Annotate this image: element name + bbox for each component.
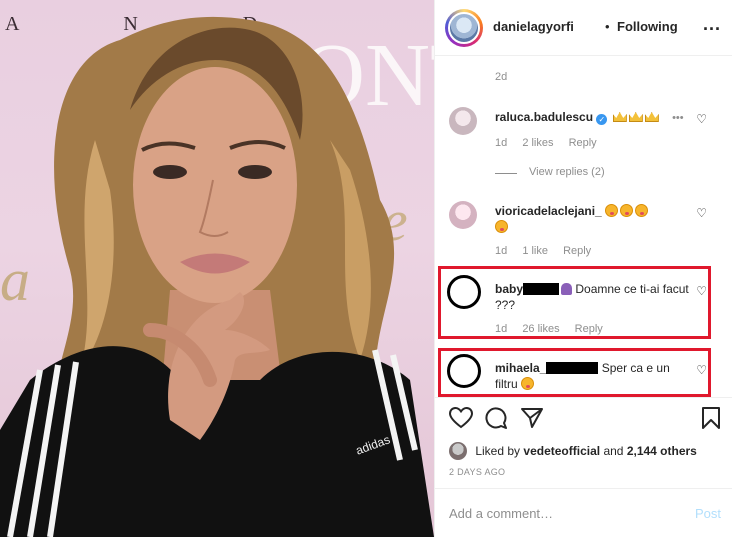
like-heart-icon[interactable] — [449, 407, 473, 429]
redacted-avatar[interactable] — [447, 354, 481, 388]
save-bookmark-icon[interactable] — [701, 407, 721, 429]
comments-list[interactable]: 2d raluca.badulescu ✓ ••• ♡ 1d 2 likes R… — [435, 57, 732, 397]
redacted-avatar[interactable] — [447, 275, 481, 309]
post-actions: Liked by vedeteofficial and 2,144 others… — [435, 397, 732, 487]
likes-count[interactable]: 2,144 others — [627, 444, 697, 458]
comment-time: 1d — [495, 245, 508, 257]
comment-likes[interactable]: 1 like — [522, 245, 548, 257]
post-timestamp[interactable]: 2 DAYS AGO — [449, 467, 505, 477]
like-comment-heart-icon[interactable]: ♡ — [696, 284, 707, 298]
commenter-username[interactable]: mihaela_ — [495, 361, 546, 375]
crown-emoji-icon — [644, 112, 659, 122]
crown-emoji-icon — [612, 112, 627, 122]
commenter-username[interactable]: vioricadelaclejani_ — [495, 204, 602, 218]
add-comment-bar: Add a comment… Post — [435, 488, 732, 537]
liked-by-line: Liked by vedeteofficial and 2,144 others — [449, 442, 697, 460]
wall-sign-left: a — [0, 247, 30, 313]
add-comment-input[interactable]: Add a comment… — [449, 506, 553, 521]
post-button[interactable]: Post — [695, 506, 721, 521]
comment-time: 2d — [495, 71, 508, 83]
verified-badge-icon: ✓ — [596, 114, 608, 125]
post-sidebar: danielagyorfi • Following ... 2d raluca.… — [434, 0, 732, 537]
commenter-avatar[interactable] — [449, 107, 477, 135]
commenter-username[interactable]: raluca.badulescu — [495, 110, 593, 124]
comment-bubble-icon[interactable] — [485, 407, 507, 429]
post-image: A N D ONTIN me a adidas — [0, 13, 434, 537]
following-button[interactable]: Following — [617, 19, 678, 34]
like-comment-heart-icon[interactable]: ♡ — [696, 112, 707, 126]
more-options-icon[interactable]: ... — [703, 14, 721, 35]
comment-likes[interactable]: 2 likes — [522, 137, 553, 149]
share-send-icon[interactable] — [520, 407, 544, 429]
post-photo[interactable]: A N D ONTIN me a adidas — [0, 0, 434, 537]
view-replies-link[interactable]: View replies (2) — [529, 166, 605, 178]
redaction-bar — [523, 283, 560, 295]
ellipsis-icon[interactable]: ••• — [672, 112, 684, 124]
header-separator: • — [605, 19, 610, 34]
reply-button[interactable]: Reply — [563, 245, 591, 257]
crown-emoji-icon — [628, 112, 643, 122]
author-username[interactable]: danielagyorfi — [493, 19, 574, 34]
comment-time: 1d — [495, 323, 508, 335]
grinning-emoji-icon — [521, 377, 535, 390]
post-header: danielagyorfi • Following ... — [435, 0, 732, 56]
like-comment-heart-icon[interactable]: ♡ — [696, 363, 707, 377]
kiss-emoji-icon — [635, 204, 649, 217]
kiss-emoji-icon — [620, 204, 634, 217]
hooded-person-emoji-icon — [561, 283, 573, 295]
liked-by-label: Liked by — [475, 444, 521, 458]
comment-likes[interactable]: 26 likes — [522, 323, 559, 335]
like-comment-heart-icon[interactable]: ♡ — [696, 206, 707, 220]
kiss-emoji-icon — [605, 204, 619, 217]
reply-button[interactable]: Reply — [569, 137, 597, 149]
liker-username[interactable]: vedeteofficial — [523, 444, 600, 458]
author-avatar[interactable] — [445, 9, 483, 47]
redaction-bar — [546, 362, 599, 374]
liker-avatar[interactable] — [449, 442, 467, 460]
commenter-username[interactable]: baby — [495, 282, 523, 296]
comment-time: 1d — [495, 137, 508, 149]
kiss-emoji-icon — [495, 220, 508, 233]
replies-divider — [495, 173, 517, 174]
and-label: and — [603, 444, 624, 458]
reply-button[interactable]: Reply — [575, 323, 603, 335]
commenter-avatar[interactable] — [449, 201, 477, 229]
